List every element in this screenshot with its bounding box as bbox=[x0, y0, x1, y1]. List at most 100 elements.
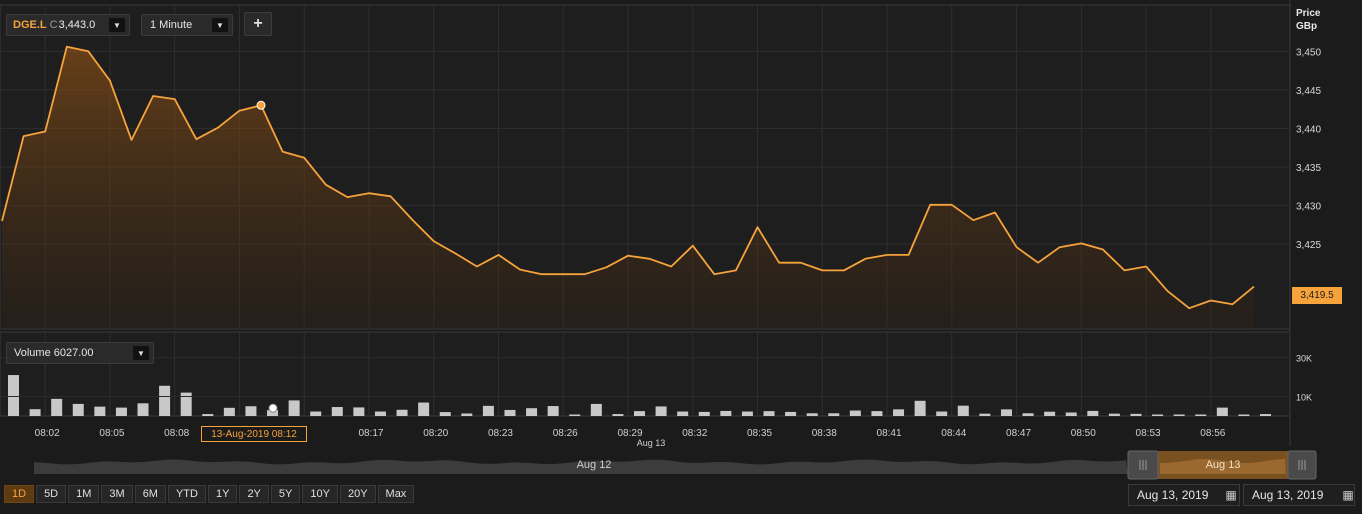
price-axis-title: Price GBp bbox=[1296, 7, 1320, 33]
volume-bar bbox=[1087, 410, 1099, 416]
volume-bar bbox=[1216, 407, 1228, 416]
volume-bar bbox=[245, 406, 257, 416]
time-tick-label: 08:50 bbox=[1071, 428, 1096, 439]
price-tick-label: 3,425 bbox=[1296, 240, 1321, 251]
plus-icon: + bbox=[253, 15, 263, 32]
volume-bar bbox=[29, 409, 41, 416]
navigator-right-label: Aug 13 bbox=[1206, 459, 1241, 471]
volume-bar bbox=[828, 413, 840, 416]
volume-bar bbox=[849, 410, 861, 416]
calendar-icon[interactable]: ▦ bbox=[1221, 484, 1241, 506]
volume-bar bbox=[871, 411, 883, 416]
range-button-1m[interactable]: 1M bbox=[68, 485, 100, 503]
volume-selector[interactable]: Volume 6027.00 ▼ bbox=[6, 342, 154, 364]
range-button-1d[interactable]: 1D bbox=[4, 485, 35, 503]
volume-bar bbox=[785, 411, 797, 416]
symbol-selector[interactable]: DGE.L C 3,443.0 ▼ bbox=[6, 14, 130, 36]
volume-tick-label: 30K bbox=[1296, 354, 1312, 364]
time-tick-label: 08:56 bbox=[1200, 428, 1225, 439]
price-axis-title-line2: GBp bbox=[1296, 21, 1318, 32]
range-button-ytd[interactable]: YTD bbox=[167, 485, 206, 503]
close-value: 3,443.0 bbox=[58, 19, 96, 31]
volume-bar bbox=[310, 411, 322, 416]
date-axis-label: Aug 13 bbox=[637, 438, 666, 448]
volume-bar bbox=[893, 409, 905, 416]
symbol-ticker: DGE.L bbox=[13, 19, 47, 31]
volume-bar bbox=[1195, 414, 1207, 416]
volume-bar bbox=[936, 411, 948, 416]
volume-bar bbox=[677, 411, 689, 416]
volume-bar bbox=[288, 400, 300, 416]
interval-label: 1 Minute bbox=[150, 19, 193, 31]
range-button-group: 1D 5D 1M 3M 6M YTD 1Y 2Y 5Y 10Y 20Y Max bbox=[4, 485, 415, 503]
price-tick-label: 3,430 bbox=[1296, 202, 1321, 213]
add-indicator-button[interactable]: + bbox=[244, 12, 272, 36]
volume-bar bbox=[51, 398, 63, 416]
volume-bar bbox=[569, 414, 581, 416]
price-tick-label: 3,440 bbox=[1296, 124, 1321, 135]
volume-bar bbox=[914, 400, 926, 416]
volume-panel bbox=[0, 331, 1291, 417]
time-tick-label: 08:26 bbox=[553, 428, 578, 439]
volume-bar bbox=[612, 414, 624, 416]
volume-bar bbox=[1108, 413, 1120, 416]
time-tick-label: 08:32 bbox=[682, 428, 707, 439]
chevron-down-icon[interactable]: ▼ bbox=[109, 18, 125, 32]
volume-bar bbox=[461, 413, 473, 416]
volume-bar bbox=[655, 406, 667, 416]
volume-bar bbox=[1130, 413, 1142, 416]
interval-selector[interactable]: 1 Minute ▼ bbox=[141, 14, 233, 36]
volume-bar bbox=[590, 403, 602, 416]
volume-bar bbox=[720, 410, 732, 416]
range-button-10y[interactable]: 10Y bbox=[302, 485, 338, 503]
chevron-down-icon[interactable]: ▼ bbox=[133, 346, 149, 360]
volume-bar bbox=[159, 385, 171, 416]
time-tick-label: 08:05 bbox=[99, 428, 124, 439]
time-tick-label: 08:41 bbox=[877, 428, 902, 439]
calendar-icon[interactable]: ▦ bbox=[1338, 484, 1358, 506]
volume-bar bbox=[202, 414, 214, 416]
close-prefix: C bbox=[49, 19, 58, 31]
volume-bar bbox=[1260, 414, 1271, 416]
volume-bar bbox=[504, 409, 516, 416]
time-tick-label: 08:47 bbox=[1006, 428, 1031, 439]
range-button-5d[interactable]: 5D bbox=[36, 485, 67, 503]
volume-bar bbox=[8, 375, 19, 416]
volume-bar bbox=[1044, 411, 1056, 416]
time-tick-label: 08:35 bbox=[747, 428, 772, 439]
chevron-down-icon[interactable]: ▼ bbox=[212, 18, 228, 32]
volume-bar bbox=[979, 413, 991, 416]
range-button-6m[interactable]: 6M bbox=[134, 485, 166, 503]
time-tick-label: 08:02 bbox=[35, 428, 60, 439]
volume-bar bbox=[547, 406, 559, 416]
time-tick-label: 08:53 bbox=[1136, 428, 1161, 439]
volume-tick-label: 10K bbox=[1296, 393, 1312, 403]
volume-bar bbox=[72, 403, 84, 416]
volume-bar bbox=[957, 405, 969, 416]
volume-bar bbox=[374, 411, 386, 416]
volume-bar bbox=[137, 403, 149, 416]
range-button-2y[interactable]: 2Y bbox=[239, 485, 269, 503]
volume-bar bbox=[806, 413, 818, 416]
range-button-20y[interactable]: 20Y bbox=[339, 485, 376, 503]
volume-bar bbox=[1022, 413, 1034, 416]
volume-bar bbox=[94, 406, 106, 416]
last-price-marker: 3,419.5 bbox=[1292, 287, 1342, 304]
volume-bar bbox=[1000, 409, 1012, 416]
volume-bar bbox=[439, 412, 451, 416]
volume-bar bbox=[353, 407, 365, 416]
range-button-5y[interactable]: 5Y bbox=[270, 485, 301, 503]
time-tick-label: 08:17 bbox=[358, 428, 383, 439]
range-button-1y[interactable]: 1Y bbox=[207, 485, 238, 503]
navigator-left-label: Aug 12 bbox=[577, 459, 612, 471]
price-tick-label: 3,450 bbox=[1296, 47, 1321, 58]
volume-bar bbox=[115, 407, 127, 416]
range-button-max[interactable]: Max bbox=[377, 485, 415, 503]
volume-bar bbox=[526, 408, 538, 416]
range-button-3m[interactable]: 3M bbox=[101, 485, 133, 503]
volume-bar bbox=[1238, 414, 1250, 416]
price-tick-label: 3,445 bbox=[1296, 86, 1321, 97]
price-highlight-point bbox=[256, 100, 266, 110]
volume-bar bbox=[1065, 412, 1077, 416]
volume-bar bbox=[1173, 414, 1185, 416]
